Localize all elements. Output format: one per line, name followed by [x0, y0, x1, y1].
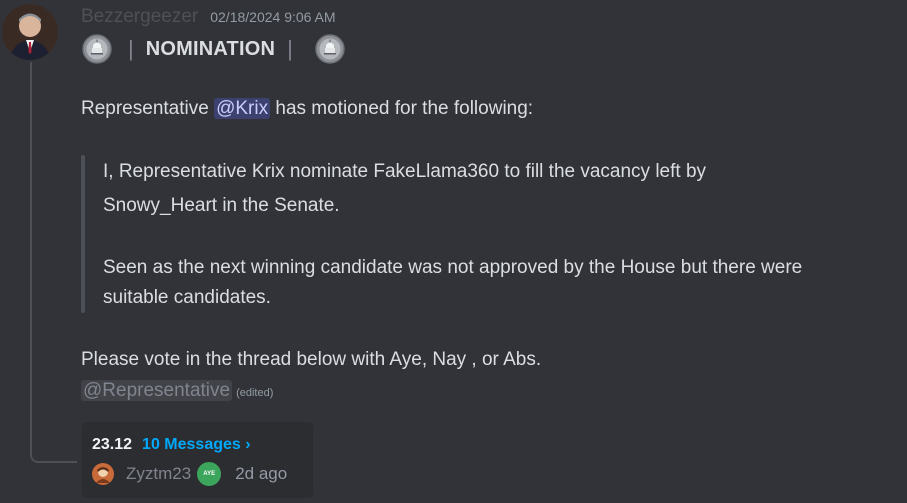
- role-mention-line: @Representative (edited): [81, 380, 273, 402]
- intro-prefix: Representative: [81, 98, 215, 119]
- quote-line: Seen as the next winning candidate was n…: [103, 257, 803, 278]
- quote-line: I, Representative Krix nominate FakeLlam…: [103, 161, 707, 182]
- title-separator: |: [287, 36, 293, 61]
- thread-last-message: Zyztm23 AYE 2d ago: [92, 462, 287, 486]
- vote-instruction: Please vote in the thread below with Aye…: [81, 349, 542, 370]
- thread-last-user[interactable]: Zyztm23: [126, 464, 191, 484]
- user-mention[interactable]: @Krix: [214, 98, 271, 119]
- quote-line: Snowy_Heart in the Senate.: [103, 195, 340, 216]
- thread-user-avatar[interactable]: [92, 463, 114, 485]
- message-title: NOMINATION: [145, 37, 276, 60]
- quote-line: suitable candidates.: [103, 287, 271, 308]
- thread-name[interactable]: 23.12: [92, 436, 132, 454]
- intro-suffix: has motioned for the following:: [270, 98, 534, 119]
- message-header: Bezzergeezer 02/18/2024 9:06 AM: [81, 6, 336, 28]
- capitol-seal-icon: [315, 34, 345, 64]
- thread-messages-link[interactable]: 10 Messages ›: [142, 436, 251, 454]
- blockquote-bar: [81, 155, 85, 313]
- username[interactable]: Bezzergeezer: [81, 6, 198, 28]
- thread-last-time: 2d ago: [235, 464, 288, 483]
- avatar[interactable]: [2, 4, 58, 60]
- thread-header: 23.12 10 Messages ›: [92, 436, 251, 454]
- role-mention[interactable]: @Representative: [81, 380, 233, 401]
- aye-badge-icon: AYE: [197, 462, 222, 486]
- title-separator: |: [128, 36, 134, 61]
- title-row: | NOMINATION |: [82, 34, 345, 64]
- thread-card[interactable]: 23.12 10 Messages › Zyztm23 AYE 2d ago: [82, 422, 313, 498]
- capitol-seal-icon: [82, 34, 112, 64]
- thread-connector-line: [30, 62, 77, 463]
- edited-label: (edited): [236, 387, 274, 399]
- timestamp: 02/18/2024 9:06 AM: [210, 9, 336, 25]
- intro-line: Representative @Krix has motioned for th…: [81, 98, 533, 120]
